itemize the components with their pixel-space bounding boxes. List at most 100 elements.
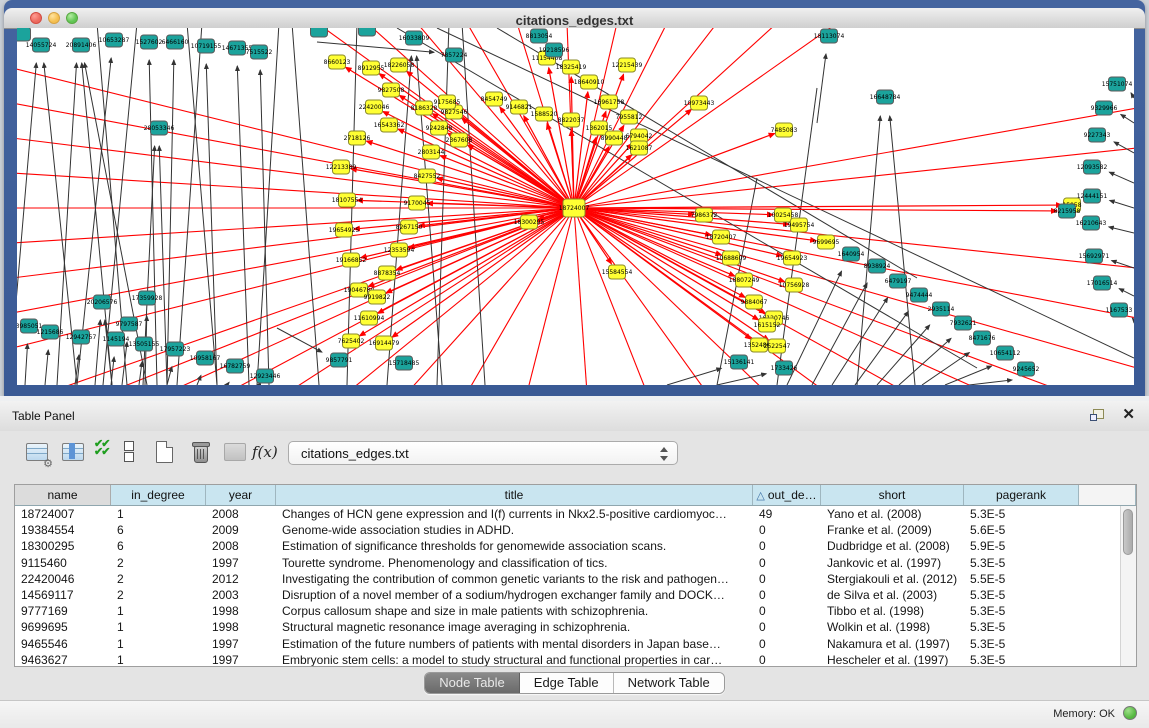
table-row[interactable]: 911546021997Tourette syndrome. Phenomeno…: [15, 555, 1136, 571]
graph-node[interactable]: 10973443: [684, 96, 715, 110]
graph-node[interactable]: 10654112: [990, 346, 1021, 360]
vertical-scrollbar[interactable]: [1120, 506, 1136, 667]
graph-node[interactable]: 8660123: [324, 55, 351, 69]
graph-node[interactable]: 16210643: [1076, 216, 1107, 230]
graph-hub-node[interactable]: 18724007: [559, 199, 590, 217]
graph-node[interactable]: 1167533: [1106, 303, 1133, 317]
table-row[interactable]: 2242004622012Investigating the contribut…: [15, 571, 1136, 587]
close-panel-icon[interactable]: ✕: [1122, 406, 1135, 424]
graph-node[interactable]: [311, 28, 328, 37]
tab-node-table[interactable]: Node Table: [425, 673, 520, 693]
graph-node[interactable]: 10653287: [99, 33, 130, 47]
network-view[interactable]: 1872400718300295866012389129551822605898…: [17, 28, 1134, 385]
table-row[interactable]: 946362711997Embryonic stem cells: a mode…: [15, 652, 1136, 667]
graph-node[interactable]: 1640954: [838, 247, 865, 261]
graph-node[interactable]: 1621087: [626, 141, 653, 155]
graph-node[interactable]: 18226058: [384, 58, 415, 72]
graph-node[interactable]: 12942757: [66, 330, 97, 344]
table-row[interactable]: 1938455462009Genome-wide association stu…: [15, 522, 1136, 538]
graph-node[interactable]: 18720407: [706, 230, 737, 244]
graph-node[interactable]: 9242848: [426, 121, 453, 135]
scrollbar-thumb[interactable]: [1123, 509, 1133, 555]
graph-node[interactable]: 8912955: [358, 61, 385, 75]
graph-node[interactable]: 1733426: [771, 361, 798, 375]
graph-node[interactable]: 18113074: [814, 29, 845, 43]
graph-node[interactable]: 6479197: [885, 274, 912, 288]
table-row[interactable]: 946554611997Estimation of the future num…: [15, 636, 1136, 652]
graph-node[interactable]: 9699695: [813, 235, 840, 249]
graph-node[interactable]: 18107554: [332, 193, 363, 207]
graph-node[interactable]: 7932621: [950, 316, 977, 330]
graph-node[interactable]: 9827508: [378, 83, 405, 97]
graph-node[interactable]: 17359928: [132, 291, 163, 305]
graph-node[interactable]: 16914479: [369, 336, 400, 350]
delete-column-icon[interactable]: [188, 440, 214, 466]
graph-node[interactable]: 9227343: [1084, 128, 1111, 142]
graph-node[interactable]: 8471676: [969, 331, 996, 345]
new-column-icon[interactable]: [152, 440, 178, 466]
graph-node[interactable]: 1527602: [136, 35, 163, 49]
graph-node[interactable]: 7485083: [771, 123, 798, 137]
graph-node[interactable]: 12215439: [612, 58, 643, 72]
column-header-title[interactable]: title: [276, 485, 753, 505]
function-builder-button[interactable]: f(x): [252, 443, 278, 461]
graph-node[interactable]: 16782759: [220, 359, 251, 373]
graph-node[interactable]: 18640910: [574, 75, 605, 89]
graph-node[interactable]: 2803144: [418, 145, 445, 159]
graph-node[interactable]: 15584554: [602, 265, 633, 279]
table-row[interactable]: 1872400712008Changes of HCN gene express…: [15, 506, 1136, 522]
graph-node[interactable]: 9146821: [506, 100, 533, 114]
row-height-icon[interactable]: [124, 440, 150, 466]
column-header-pagerank[interactable]: pagerank: [964, 485, 1079, 505]
graph-node[interactable]: 12923446: [250, 369, 281, 383]
graph-node[interactable]: 9474444: [906, 288, 933, 302]
float-panel-icon[interactable]: [1090, 409, 1104, 422]
graph-node[interactable]: 10756928: [779, 278, 810, 292]
column-header-out_de[interactable]: △out_de…: [753, 485, 821, 505]
graph-node[interactable]: 13505155: [129, 337, 160, 351]
graph-node[interactable]: 6466160: [162, 35, 189, 49]
column-header-name[interactable]: name: [15, 485, 111, 505]
table-row[interactable]: 977716911998Corpus callosum shape and si…: [15, 603, 1136, 619]
graph-node[interactable]: 15718485: [389, 356, 420, 370]
table-row[interactable]: 969969511998Structural magnetic resonanc…: [15, 619, 1136, 635]
graph-node[interactable]: 16961758: [594, 95, 625, 109]
column-header-short[interactable]: short: [821, 485, 964, 505]
table-mode-icon[interactable]: ⚙: [24, 440, 50, 466]
column-header-in_degree[interactable]: in_degree: [111, 485, 206, 505]
graph-node[interactable]: 18325419: [556, 60, 587, 74]
tab-network-table[interactable]: Network Table: [614, 673, 724, 693]
graph-node[interactable]: 12093582: [1077, 160, 1108, 174]
graph-node[interactable]: 9329966: [1091, 101, 1118, 115]
graph-node[interactable]: 9797587: [116, 317, 143, 331]
graph-node[interactable]: 15692971: [1079, 249, 1110, 263]
graph-node[interactable]: 20891406: [66, 38, 97, 52]
graph-node[interactable]: 15136141: [724, 355, 755, 369]
graph-node[interactable]: 8813054: [526, 29, 553, 43]
table-row[interactable]: 1830029562008Estimation of significance …: [15, 538, 1136, 554]
graph-node[interactable]: 15751074: [1102, 77, 1133, 91]
graph-node[interactable]: 8267150: [396, 220, 423, 234]
graph-node[interactable]: 17016514: [1087, 276, 1118, 290]
graph-node[interactable]: 20206576: [87, 295, 118, 309]
network-table-selector[interactable]: citations_edges.txt: [288, 441, 678, 465]
tab-edge-table[interactable]: Edge Table: [520, 673, 614, 693]
select-columns-icon[interactable]: ✔✔✔✔: [94, 440, 120, 466]
window-titlebar[interactable]: citations_edges.txt: [4, 8, 1145, 29]
graph-node[interactable]: 7986372: [691, 208, 718, 222]
graph-node[interactable]: [359, 28, 376, 36]
table-row[interactable]: 1456911722003Disruption of a novel membe…: [15, 587, 1136, 603]
graph-node[interactable]: 16033809: [399, 31, 430, 45]
show-columns-icon[interactable]: [60, 440, 86, 466]
graph-node[interactable]: 12353594: [384, 243, 415, 257]
graph-node[interactable]: [17, 28, 31, 41]
graph-node[interactable]: 12444151: [1077, 189, 1108, 203]
graph-node[interactable]: 16648784: [870, 90, 901, 104]
graph-node[interactable]: 2935114: [928, 302, 955, 316]
graph-node[interactable]: 2718126: [344, 131, 371, 145]
column-header-year[interactable]: year: [206, 485, 276, 505]
graph-node[interactable]: 10719155: [191, 39, 222, 53]
svg-text:7986372: 7986372: [691, 212, 718, 219]
graph-node[interactable]: 19166852: [336, 253, 367, 267]
graph-node[interactable]: 8454749: [481, 92, 508, 106]
